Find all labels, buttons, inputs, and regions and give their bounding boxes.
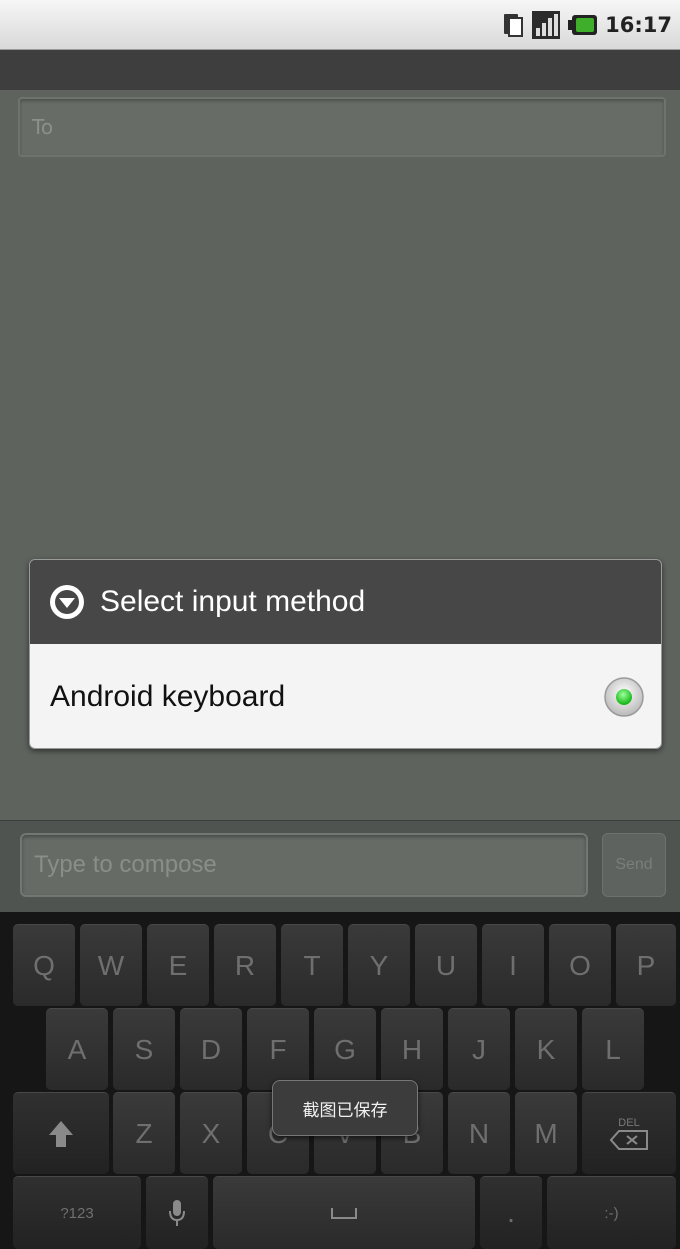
key-t[interactable]: T — [281, 924, 343, 1006]
sim-card-icon — [504, 14, 524, 37]
key-k[interactable]: K — [515, 1008, 577, 1090]
delete-key[interactable]: DEL — [582, 1092, 676, 1174]
key-u[interactable]: U — [415, 924, 477, 1006]
backspace-icon — [609, 1129, 648, 1150]
key-j[interactable]: J — [448, 1008, 510, 1090]
key-y[interactable]: Y — [348, 924, 410, 1006]
space-bar-icon — [331, 1208, 357, 1219]
key-q[interactable]: Q — [13, 924, 75, 1006]
delete-label: DEL — [618, 1116, 640, 1129]
compose-bar: Send — [0, 820, 680, 912]
signal-icon — [532, 11, 561, 39]
key-l[interactable]: L — [582, 1008, 644, 1090]
key-x[interactable]: X — [180, 1092, 242, 1174]
radio-selected-icon[interactable] — [603, 676, 645, 718]
period-key[interactable]: . — [480, 1176, 542, 1249]
option-label: Android keyboard — [50, 680, 286, 713]
key-o[interactable]: O — [549, 924, 611, 1006]
key-f[interactable]: F — [247, 1008, 309, 1090]
key-e[interactable]: E — [147, 924, 209, 1006]
to-field[interactable] — [18, 97, 666, 157]
smiley-key[interactable]: :-) — [547, 1176, 676, 1249]
compose-input[interactable] — [22, 835, 586, 895]
option-android-keyboard[interactable]: Android keyboard — [30, 644, 661, 748]
status-icons: 16:17 — [502, 10, 672, 40]
key-n[interactable]: N — [448, 1092, 510, 1174]
dialog-title: Select input method — [100, 585, 366, 618]
to-input[interactable] — [20, 99, 664, 155]
key-d[interactable]: D — [180, 1008, 242, 1090]
dialog-title-bar: Select input method — [30, 560, 661, 644]
key-w[interactable]: W — [80, 924, 142, 1006]
key-i[interactable]: I — [482, 924, 544, 1006]
battery-icon — [568, 15, 598, 35]
app-title-bar — [0, 50, 680, 90]
shift-arrow-icon — [49, 1120, 73, 1147]
send-button[interactable]: Send — [602, 833, 666, 897]
key-s[interactable]: S — [113, 1008, 175, 1090]
space-key[interactable] — [213, 1176, 475, 1249]
status-bar: 16:17 — [0, 0, 680, 50]
symbols-key[interactable]: ?123 — [13, 1176, 141, 1249]
microphone-icon — [169, 1200, 185, 1226]
mic-key[interactable] — [146, 1176, 208, 1249]
key-r[interactable]: R — [214, 924, 276, 1006]
shift-key[interactable] — [13, 1092, 109, 1174]
screenshot-saved-toast: 截图已保存 — [272, 1080, 418, 1136]
select-input-method-dialog: Select input method Android keyboard — [29, 559, 662, 749]
status-time: 16:17 — [605, 13, 672, 37]
key-h[interactable]: H — [381, 1008, 443, 1090]
key-z[interactable]: Z — [113, 1092, 175, 1174]
key-p[interactable]: P — [616, 924, 676, 1006]
key-a[interactable]: A — [46, 1008, 108, 1090]
dropdown-circle-icon — [50, 585, 84, 619]
key-m[interactable]: M — [515, 1092, 577, 1174]
key-g[interactable]: G — [314, 1008, 376, 1090]
compose-field[interactable] — [20, 833, 588, 897]
